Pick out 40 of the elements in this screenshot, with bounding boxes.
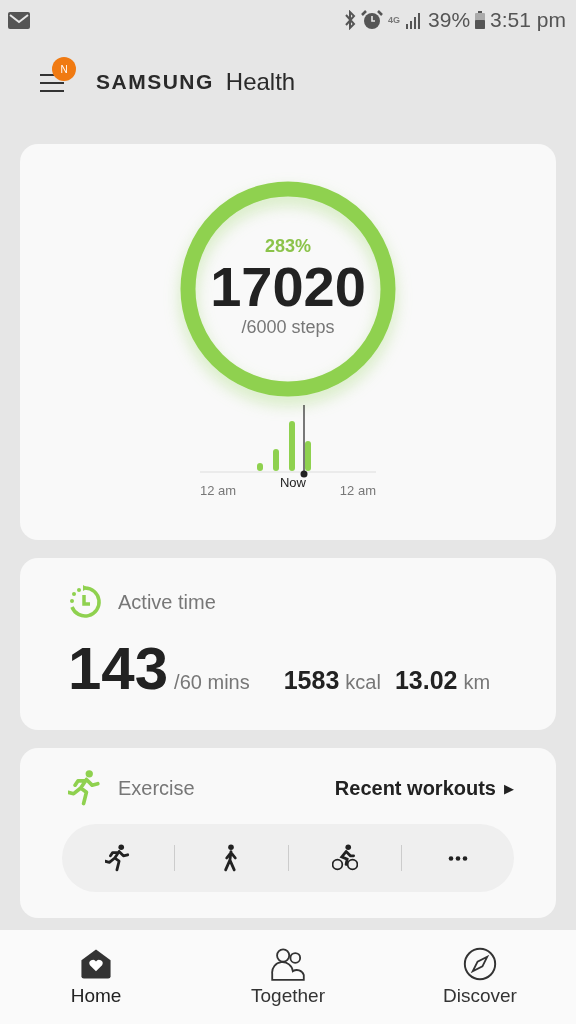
battery-icon	[475, 11, 486, 29]
steps-card[interactable]: 283% 17020 /6000 steps 12 am Now 12 am	[20, 144, 556, 540]
mail-icon	[8, 11, 30, 29]
step-count: 17020	[210, 257, 366, 317]
nav-tab[interactable]: Together	[192, 930, 384, 1024]
compass-icon	[463, 947, 497, 981]
axis-label: 12 am	[200, 483, 237, 498]
calories-unit: kcal	[345, 671, 381, 694]
network-label: 4G	[388, 15, 401, 25]
recent-workouts-link[interactable]: Recent workouts	[334, 776, 496, 800]
alarm-icon	[361, 10, 384, 30]
notification-badge: N	[52, 57, 76, 81]
play-arrow[interactable]: ▶	[504, 780, 514, 796]
more-icon	[447, 855, 468, 861]
brand-logo: SAMSUNG	[96, 70, 214, 94]
menu-icon[interactable]	[40, 73, 64, 93]
battery-percent: 39%	[428, 8, 471, 32]
calories-value: 1583	[283, 666, 340, 695]
bluetooth-icon	[344, 10, 357, 30]
people-icon	[271, 947, 305, 981]
axis-label: 12 am	[339, 483, 376, 498]
card-title: Active time	[118, 590, 216, 614]
goal-percent: 283%	[264, 236, 311, 257]
active-time-card[interactable]: Active time 143/60 mins 1583 kcal 13.02 km	[20, 558, 556, 730]
distance-unit: km	[463, 671, 491, 694]
timer-icon	[68, 585, 102, 619]
card-title: Exercise	[118, 776, 195, 800]
cycling-icon	[331, 844, 358, 872]
nav-tab[interactable]: Home	[0, 930, 192, 1024]
now-label: Now	[280, 475, 306, 490]
step-goal: /6000 steps	[241, 317, 335, 338]
home-icon	[79, 947, 113, 981]
running-icon	[105, 844, 132, 872]
nav-tab[interactable]: Discover	[384, 930, 576, 1024]
distance-value: 13.02	[394, 666, 458, 695]
running-icon	[68, 769, 102, 807]
clock-time: 3:51 pm	[490, 8, 566, 32]
minutes-goal: /60 mins	[174, 671, 250, 694]
active-minutes: 143	[68, 634, 169, 703]
app-title: Health	[225, 68, 296, 96]
